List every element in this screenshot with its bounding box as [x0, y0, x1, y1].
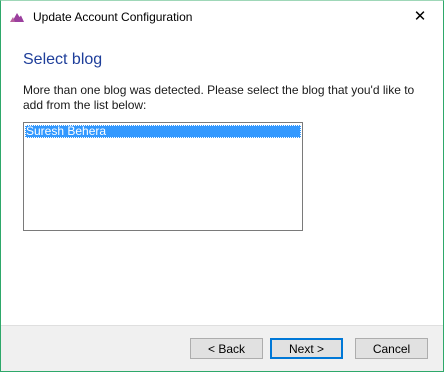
close-button[interactable]: ✕: [397, 1, 443, 32]
cloud-icon: [10, 13, 24, 22]
back-button[interactable]: < Back: [190, 338, 263, 359]
list-item[interactable]: Suresh Behera: [25, 125, 301, 138]
update-account-dialog: Update Account Configuration ✕ Select bl…: [0, 0, 444, 372]
window-title: Update Account Configuration: [33, 10, 193, 24]
button-bar: < Back Next > Cancel: [1, 325, 443, 371]
close-icon: ✕: [413, 8, 427, 25]
title-bar[interactable]: Update Account Configuration ✕: [1, 1, 443, 32]
blog-listbox[interactable]: Suresh Behera: [23, 122, 303, 231]
instruction-text: More than one blog was detected. Please …: [23, 83, 415, 112]
next-button[interactable]: Next >: [270, 338, 343, 359]
cancel-button[interactable]: Cancel: [355, 338, 428, 359]
page-heading: Select blog: [23, 51, 103, 68]
